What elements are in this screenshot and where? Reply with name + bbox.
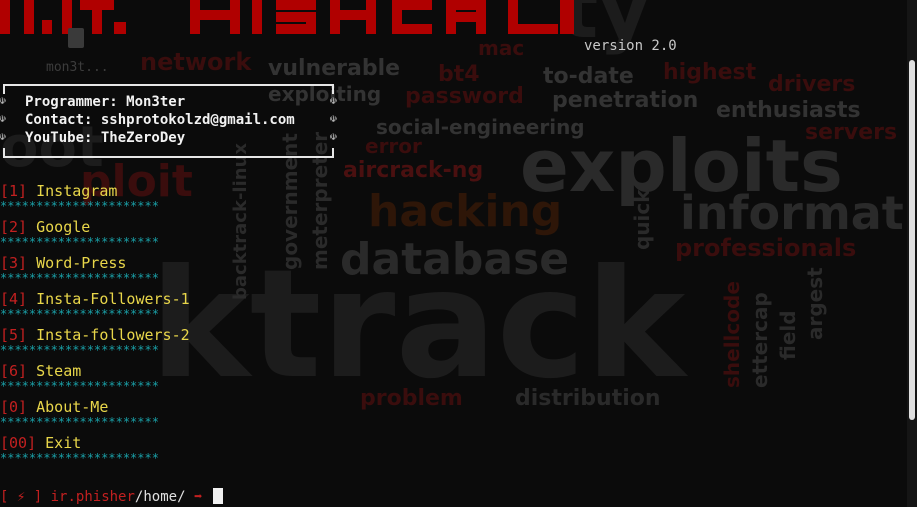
- menu-item-label: Google: [36, 218, 91, 236]
- bg-word: quick: [630, 189, 654, 250]
- bg-word: drivers: [768, 72, 856, 97]
- menu-item-google[interactable]: [2] Google: [0, 218, 90, 236]
- menu-item-number: [6]: [0, 362, 28, 380]
- menu-item-label: Steam: [36, 362, 82, 380]
- separator: **********************: [0, 451, 159, 465]
- prompt-path: /home/: [134, 489, 186, 505]
- separator: **********************: [0, 199, 159, 213]
- programmer-row: ☫ Programmer: Mon3ter ☫: [0, 94, 343, 112]
- programmer-text: Programmer: Mon3ter: [25, 94, 186, 110]
- version-label: version 2.0: [584, 38, 677, 54]
- bg-word: distribution: [515, 386, 661, 411]
- bg-word: bt4: [438, 62, 480, 87]
- menu-item-label: About-Me: [36, 398, 109, 416]
- bg-word: argest: [803, 267, 827, 340]
- youtube-row: ☫ YouTube: TheZeroDey ☫: [0, 130, 343, 148]
- bg-word: vulnerable: [268, 56, 401, 81]
- bg-word: shellcode: [720, 281, 744, 388]
- bg-word: servers: [805, 120, 898, 145]
- bullet-icon: ☫: [330, 130, 337, 143]
- prompt-open-bracket: [: [0, 489, 9, 505]
- menu-item-exit[interactable]: [00] Exit: [0, 434, 81, 452]
- bullet-icon: ☫: [330, 94, 337, 107]
- lightning-icon: ⚡: [16, 489, 26, 505]
- bg-word: penetration: [552, 88, 699, 113]
- separator: **********************: [0, 307, 159, 321]
- bullet-icon: ☫: [0, 112, 6, 125]
- menu-item-insta-followers-2[interactable]: [5] Insta-followers-2: [0, 326, 190, 344]
- bullet-icon: ☫: [330, 112, 337, 125]
- bg-word: informat: [680, 186, 904, 240]
- prompt-close-bracket: ]: [33, 489, 43, 505]
- menu-item-label: Insta-Followers-1: [36, 290, 190, 308]
- separator: **********************: [0, 271, 159, 285]
- menu-item-insta-followers-1[interactable]: [4] Insta-Followers-1: [0, 290, 190, 308]
- scrollbar[interactable]: [907, 0, 917, 507]
- menu-item-label: Instagram: [36, 182, 118, 200]
- menu-item-label: Word-Press: [36, 254, 127, 272]
- desktop-file-label: mon3t...: [46, 60, 109, 75]
- menu-item-steam[interactable]: [6] Steam: [0, 362, 81, 380]
- bg-word: error: [365, 134, 422, 158]
- bg-word: professionals: [675, 234, 857, 262]
- desktop-file-icon: [68, 28, 84, 48]
- contact-row: ☫ Contact: sshprotokolzd@gmail.com ☫: [0, 112, 343, 130]
- menu-item-number: [4]: [0, 290, 28, 308]
- author-info-box: ☫ Programmer: Mon3ter ☫ ☫ Contact: sshpr…: [0, 84, 337, 158]
- text-cursor[interactable]: [212, 488, 223, 504]
- bg-word: mac: [478, 36, 525, 60]
- menu-item-number: [0]: [0, 398, 28, 416]
- contact-text: Contact: sshprotokolzd@gmail.com: [25, 112, 295, 128]
- menu-item-number: [1]: [0, 182, 28, 200]
- menu-item-about-me[interactable]: [0] About-Me: [0, 398, 108, 416]
- bg-word: highest: [663, 60, 757, 85]
- bg-word: network: [140, 48, 252, 76]
- bg-word: aircrack-ng: [343, 158, 484, 183]
- separator: **********************: [0, 415, 159, 429]
- menu-item-label: Exit: [45, 434, 82, 452]
- arrow-icon: ➡: [193, 489, 203, 505]
- menu-item-instagram[interactable]: [1] Instagram: [0, 182, 117, 200]
- bg-word: problem: [360, 386, 463, 411]
- bg-word: enthusiasts: [716, 98, 861, 123]
- menu-item-number: [2]: [0, 218, 28, 236]
- scrollbar-thumb[interactable]: [909, 60, 915, 420]
- bg-word: field: [776, 310, 800, 360]
- prompt-host: ir.phisher: [50, 489, 135, 505]
- bullet-icon: ☫: [0, 94, 6, 107]
- youtube-text: YouTube: TheZeroDey: [25, 130, 186, 146]
- bg-word: ettercap: [748, 292, 772, 388]
- terminal-prompt[interactable]: [ ⚡ ] ir.phisher/home/ ➡: [0, 488, 223, 505]
- bg-word: to-date: [543, 64, 634, 89]
- menu-item-number: [5]: [0, 326, 28, 344]
- menu-item-label: Insta-followers-2: [36, 326, 190, 344]
- separator: **********************: [0, 379, 159, 393]
- bullet-icon: ☫: [0, 130, 6, 143]
- menu-item-number: [3]: [0, 254, 28, 272]
- menu-item-number: [00]: [0, 434, 37, 452]
- bg-word: password: [405, 84, 524, 109]
- separator: **********************: [0, 235, 159, 249]
- separator: **********************: [0, 343, 159, 357]
- bg-word: backtrack-linux: [230, 143, 251, 300]
- menu-item-wordpress[interactable]: [3] Word-Press: [0, 254, 126, 272]
- bg-word: hacking: [368, 186, 563, 237]
